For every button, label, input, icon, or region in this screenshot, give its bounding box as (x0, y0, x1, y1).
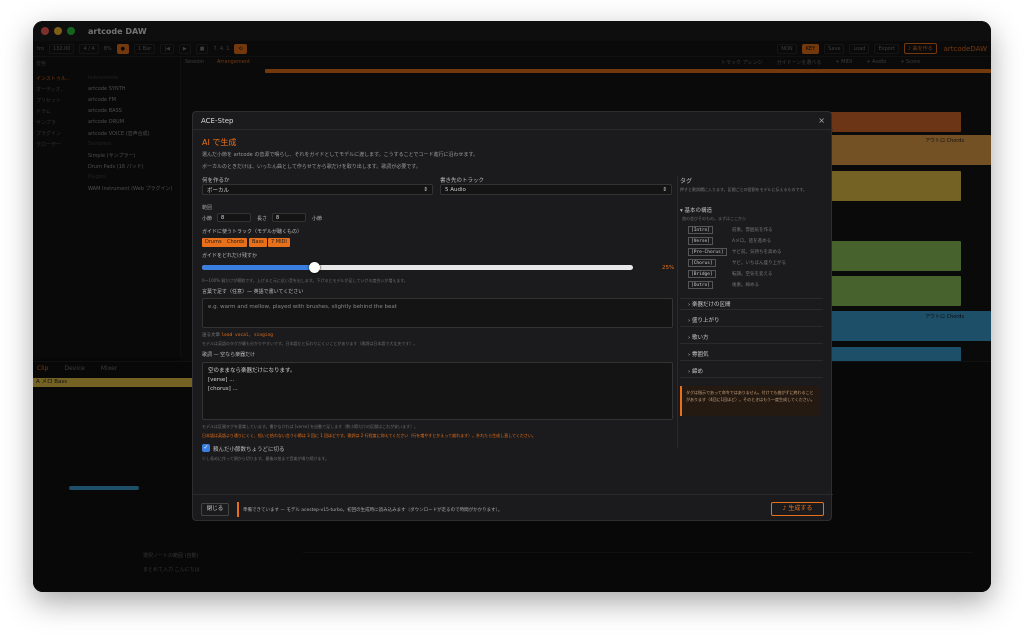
tags-hint: 押すと歌詞欄に入ります。区間ごとの役割をモデルに伝えるものです。 (680, 187, 808, 192)
tag-chip-pre-chorus[interactable]: [Pre-Chorus] (688, 248, 727, 256)
snap-label[interactable]: 頼んだ小節数ちょうどに切る (213, 445, 285, 453)
track-select[interactable]: 5 Audio ⇕ (440, 184, 672, 195)
lyrics-line: [verse] ... (208, 377, 235, 383)
chevron-updown-icon: ⇕ (662, 186, 667, 193)
prompt-label: 言葉で足す（任意）— 英語で書いてください (202, 289, 304, 295)
tag-chip-intro[interactable]: [Intro] (688, 226, 713, 234)
length-label: 長さ (257, 216, 268, 222)
track-label: 書き先のトラック (440, 178, 485, 184)
section-heading: AI で生成 (202, 138, 237, 147)
generate-button[interactable]: ♪ 生成する (771, 502, 824, 516)
guide-chip-drums[interactable]: Drums (202, 238, 225, 247)
strength-fill (202, 265, 315, 270)
dialog-title: ACE-Step (201, 116, 234, 125)
ace-step-dialog: ACE-Step × AI で生成 選んだ小節を artcode の音源で鳴らし… (192, 111, 833, 522)
bar-input[interactable]: 8 (217, 213, 251, 222)
close-icon[interactable]: × (818, 116, 825, 125)
lyrics-line: [chorus] ... (208, 386, 238, 392)
tags-note: タグは指示であって命令ではありません。付けても曲がずに終わることがあります（4回… (680, 386, 820, 416)
tag-desc: 後奏。締める (732, 283, 759, 288)
guide-chip-bass[interactable]: Bass (249, 238, 267, 247)
tags-section-label: 締め (691, 369, 703, 375)
tags-section-structure[interactable]: ▾ 基本の構造 (680, 206, 712, 214)
strength-hint: 0〜100% 弱だけが聴取です。上げると元に近い音を出します。下げるとモデルが足… (202, 278, 408, 283)
tag-desc: サビ前。気持ちを高める (732, 250, 782, 255)
strength-thumb[interactable] (309, 262, 320, 273)
what-value: ボーカル (207, 187, 230, 194)
description-line: ボーカルのときだけは、いったん曲として作らせてから歌だけを取り出します。歌詞が必… (202, 164, 421, 170)
dialog-header: ACE-Step × (193, 112, 833, 130)
tags-section-mood[interactable]: › 雰囲気 (680, 349, 823, 361)
guide-chip-chords[interactable]: Chords (224, 238, 248, 247)
lyrics-hint: モデルは区間タグを意識しています。書かなければ [verse] を自動で足します… (202, 424, 419, 429)
status-bar-accent (237, 502, 239, 517)
description-line: 選んだ小節を artcode の音源で鳴らし、それをガイドとしてモデルに渡します… (202, 152, 479, 158)
what-label: 何を作るか (202, 178, 230, 184)
tag-desc: 転調。空気を変える (732, 272, 773, 277)
auto-tags: lead vocal, singing (221, 333, 273, 338)
prompt-textarea[interactable]: e.g. warm and mellow, played with brushe… (202, 298, 673, 328)
tag-chip-outro[interactable]: [Outro] (688, 281, 713, 289)
track-value: 5 Audio (445, 186, 466, 193)
dialog-footer: 閉じる 準備できています — モデル acestep-v15-turbo。初回の… (193, 494, 833, 522)
tags-section-label: 基本の構造 (684, 208, 713, 214)
lyrics-label: 歌詞 — 空なら楽器だけ (202, 352, 256, 358)
tag-chip-bridge[interactable]: [Bridge] (688, 270, 716, 278)
close-button[interactable]: 閉じる (201, 503, 229, 516)
what-select[interactable]: ボーカル ⇕ (202, 184, 433, 195)
range-label: 範囲 (202, 205, 213, 211)
auto-hint: モデルは英語のタグが最も分かりやすいです。日本語だと伝わりにくいことがあります（… (202, 341, 418, 346)
auto-tags-line: 送る文章 lead vocal, singing (202, 332, 273, 338)
column-divider (677, 176, 678, 448)
tags-section-label: 楽器だけの区間 (691, 302, 731, 308)
tags-title: タグ (680, 178, 693, 185)
app-window: artcode DAW tro 132.00 4 / 4 8% ● 1 Bar … (33, 21, 991, 592)
tags-panel: タグ 押すと歌詞欄に入ります。区間ごとの役割をモデルに伝えるものです。 ▾ 基本… (680, 176, 823, 451)
tag-desc: サビ。いちばん盛り上がる (732, 261, 786, 266)
lyrics-textarea[interactable]: 空のままなら楽器だけになります。 [verse] ... [chorus] ..… (202, 362, 673, 420)
snap-checkbox[interactable]: ✓ (202, 444, 210, 452)
tags-section-ending[interactable]: › 締め (680, 366, 823, 378)
lyrics-warning: 日本語は英語より通りにくく、短いと拾わない言う小節は 3 回に 1 回ほどです。… (202, 433, 536, 438)
bars-unit: 小節 (312, 216, 323, 222)
auto-prefix: 送る文章 (202, 333, 220, 338)
length-input[interactable]: 8 (272, 213, 306, 222)
tags-section-instrumental[interactable]: › 楽器だけの区間 (680, 298, 823, 310)
tags-section-label: 雰囲気 (691, 352, 709, 358)
status-text: 準備できています — モデル acestep-v15-turbo。初回の生成時に… (243, 508, 503, 513)
tag-desc: 前奏。雰囲気を作る (732, 228, 773, 233)
tags-section-vocal-style[interactable]: › 歌い方 (680, 332, 823, 344)
strength-value: 25% (662, 265, 675, 271)
strength-track[interactable] (202, 262, 633, 273)
snap-hint: 少し長めに作って頭から切ります。最後の拍まで音楽が鳴り続けます。 (202, 456, 329, 461)
tags-sub: 曲の並びそのもの。まずはここから (682, 216, 746, 221)
tags-section-label: 盛り上がり (691, 318, 720, 324)
tags-section-build[interactable]: › 盛り上がり (680, 315, 823, 327)
strength-label: ガイドをどれだけ残すか (202, 253, 258, 259)
guide-chip-midi[interactable]: 7 MIDI (268, 238, 290, 247)
chevron-updown-icon: ⇕ (423, 186, 428, 193)
tag-desc: Aメロ。話を進める (732, 239, 772, 244)
guide-label: ガイドに使うトラック（モデルが聴くもの） (202, 229, 303, 235)
tag-chip-chorus[interactable]: [Chorus] (688, 259, 716, 267)
tag-chip-verse[interactable]: [Verse] (688, 237, 713, 245)
bar-label: 小節 (202, 216, 213, 222)
lyrics-line: 空のままなら楽器だけになります。 (208, 368, 296, 374)
tags-section-label: 歌い方 (691, 335, 709, 341)
